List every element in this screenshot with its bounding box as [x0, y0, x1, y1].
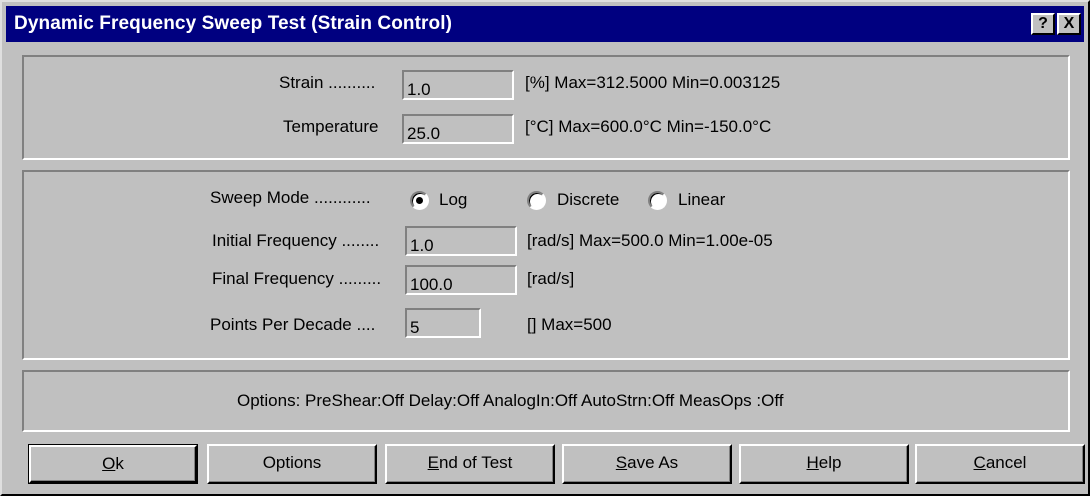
- help-icon[interactable]: ?: [1031, 13, 1055, 35]
- points-per-decade-label: Points Per Decade ....: [210, 315, 376, 334]
- sweep-mode-label: Sweep Mode ............: [210, 188, 371, 207]
- cancel-label: ancel: [985, 453, 1027, 472]
- strain-input[interactable]: 1.0: [402, 70, 514, 100]
- ok-accelerator: O: [102, 454, 116, 473]
- cancel-button[interactable]: Cancel: [915, 444, 1085, 484]
- sweep-mode-linear-label[interactable]: Linear: [678, 190, 725, 210]
- end-of-test-button[interactable]: End of Test: [385, 444, 555, 484]
- sweep-mode-discrete-radio[interactable]: [527, 191, 546, 210]
- temperature-input[interactable]: 25.0: [402, 114, 514, 144]
- title-bar[interactable]: Dynamic Frequency Sweep Test (Strain Con…: [6, 6, 1084, 42]
- temperature-range-text: [°C] Max=600.0°C Min=-150.0°C: [525, 117, 772, 136]
- sweep-mode-log-radio[interactable]: [410, 191, 429, 210]
- end-of-test-label: nd of Test: [438, 453, 513, 472]
- points-per-decade-input[interactable]: 5: [405, 308, 481, 338]
- initial-frequency-range-text: [rad/s] Max=500.0 Min=1.00e-05: [527, 231, 773, 250]
- options-summary-text: Options: PreShear:Off Delay:Off AnalogIn…: [237, 391, 784, 410]
- initial-frequency-label: Initial Frequency ........: [212, 231, 380, 250]
- temperature-label: Temperature: [283, 117, 379, 136]
- help-accelerator: H: [806, 453, 819, 472]
- window-title: Dynamic Frequency Sweep Test (Strain Con…: [14, 13, 453, 34]
- help-button[interactable]: Help: [739, 444, 909, 484]
- ok-button[interactable]: Ok: [28, 444, 198, 484]
- radio-selected-dot: [416, 197, 423, 204]
- close-icon[interactable]: X: [1057, 13, 1081, 35]
- help-label: elp: [818, 453, 842, 472]
- ok-label: k: [115, 454, 124, 473]
- dialog-window: Dynamic Frequency Sweep Test (Strain Con…: [0, 0, 1090, 496]
- options-label: Options: [262, 453, 322, 472]
- end-of-test-accelerator: E: [427, 453, 439, 472]
- strain-temperature-group: [22, 55, 1070, 160]
- save-as-accelerator: S: [615, 453, 628, 472]
- sweep-mode-discrete-label[interactable]: Discrete: [557, 190, 619, 210]
- sweep-mode-linear-radio[interactable]: [648, 191, 667, 210]
- save-as-label: ave As: [627, 453, 679, 472]
- initial-frequency-input[interactable]: 1.0: [405, 226, 517, 256]
- options-button[interactable]: Options: [207, 444, 377, 484]
- final-frequency-unit-text: [rad/s]: [527, 269, 575, 288]
- points-per-decade-range-text: [] Max=500: [527, 315, 612, 334]
- final-frequency-label: Final Frequency .........: [212, 269, 382, 288]
- sweep-mode-log-label[interactable]: Log: [439, 190, 467, 210]
- strain-range-text: [%] Max=312.5000 Min=0.003125: [525, 73, 781, 92]
- cancel-accelerator: C: [973, 453, 986, 472]
- strain-label: Strain ..........: [279, 73, 376, 92]
- save-as-button[interactable]: Save As: [562, 444, 732, 484]
- final-frequency-input[interactable]: 100.0: [405, 265, 517, 295]
